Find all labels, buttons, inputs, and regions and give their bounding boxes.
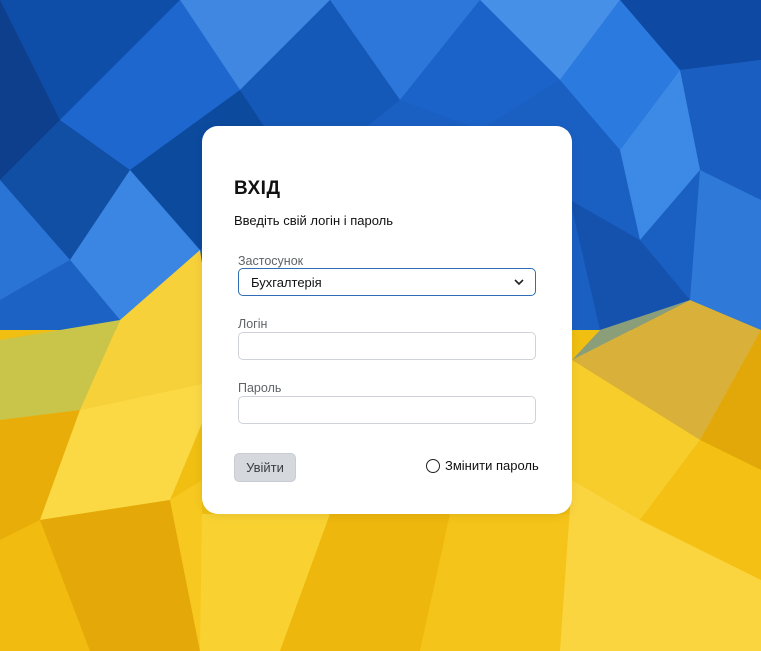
login-subtitle: Введіть свій логін і пароль — [234, 213, 394, 228]
password-input[interactable] — [238, 396, 536, 424]
login-button[interactable]: Увійти — [234, 453, 296, 482]
chevron-down-icon — [513, 276, 525, 288]
change-password-label: Змінити пароль — [445, 458, 539, 473]
application-select[interactable]: Бухгалтерія — [238, 268, 536, 296]
change-password-toggle[interactable]: Змінити пароль — [426, 458, 539, 473]
change-password-checkbox[interactable] — [426, 458, 440, 473]
login-title: ВХІД — [234, 178, 281, 199]
login-label: Логін — [238, 317, 268, 331]
password-label: Пароль — [238, 381, 282, 395]
application-label: Застосунок — [238, 254, 304, 268]
application-select-value: Бухгалтерія — [251, 274, 322, 290]
login-card: ВХІД Введіть свій логін і пароль Застосу… — [202, 126, 572, 514]
login-input[interactable] — [238, 332, 536, 360]
